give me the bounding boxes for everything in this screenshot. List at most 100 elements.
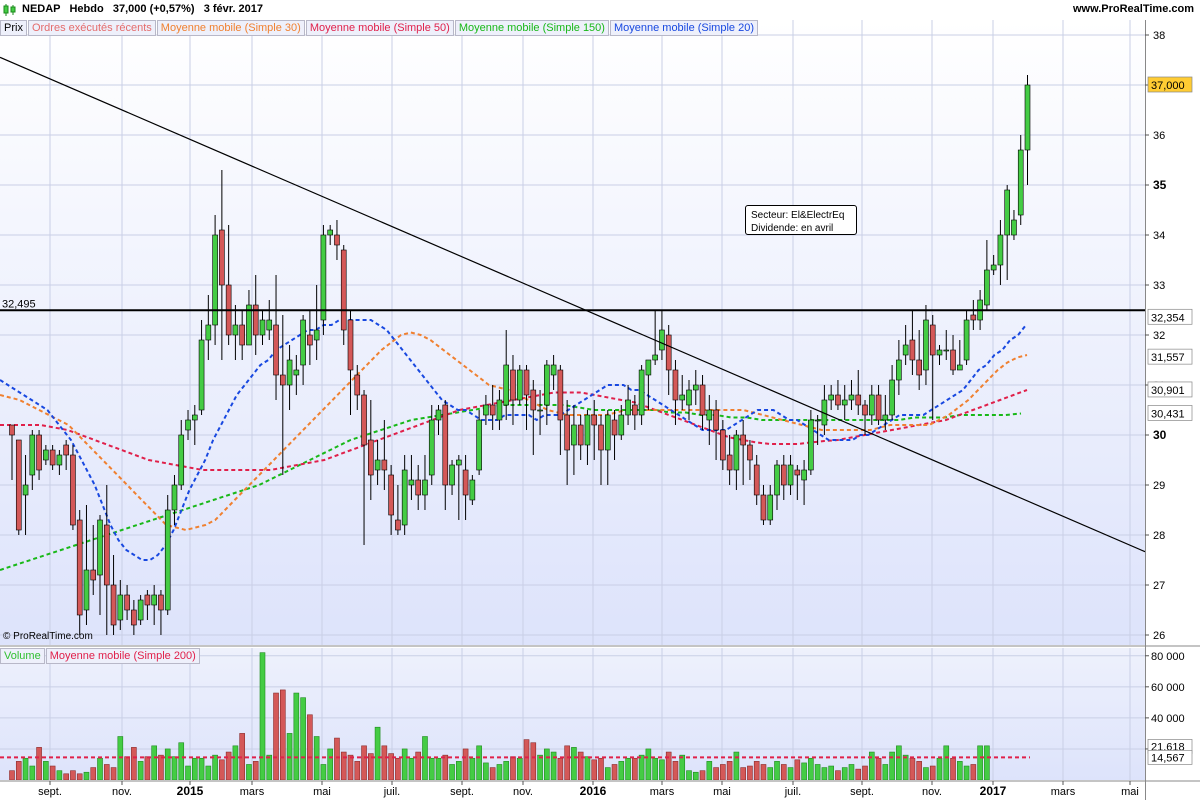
candle-body [774,464,780,496]
candle-body [767,494,774,521]
volume-bar [266,754,273,780]
volume-bar [90,767,97,780]
candle-body [956,364,963,371]
candle-body [374,459,381,471]
volume-bar [36,747,42,780]
volume-bar [164,748,171,780]
volume-bar [571,747,577,780]
volume-bar [889,751,895,780]
volume-bar [293,692,300,780]
candle-body [462,469,469,496]
candle-body [313,329,320,341]
volume-bar [970,764,977,780]
volume-bar [49,765,56,780]
time-axis-label: mars [1051,786,1076,798]
volume-bar [780,764,787,780]
legend-ma30[interactable]: Moyenne mobile (Simple 30) [156,20,305,36]
volume-bar [516,757,523,780]
time-axis-label: nov. [513,786,533,798]
volume-bar [131,747,137,780]
volume-bar [198,757,205,780]
volume-bar [401,748,408,780]
candle-body [564,414,570,451]
price-axis-label: 32 [1153,330,1165,342]
candle-body [347,319,354,371]
volume-axis-label: 60 000 [1151,682,1185,694]
volume-bar [956,761,963,780]
volume-bar [659,759,665,780]
volume-bar [720,764,726,780]
volume-bar [205,765,212,780]
candle-body [550,364,557,376]
volume-bar [564,745,570,780]
legend-prix[interactable]: Prix [0,20,27,36]
candle-body [171,484,178,511]
volume-bar [726,761,733,780]
legend-ma50[interactable]: Moyenne mobile (Simple 50) [305,20,454,36]
candle-body [659,329,665,351]
time-axis: sept. nov. 2015 mars mai juil. sept. nov. 2016 ma… [38,781,1139,798]
candle-body [368,439,374,476]
candle-body [198,339,205,411]
chart-canvas: 32,495 26272829303132333435363738 20 000… [0,20,1200,800]
candle-body [442,404,449,486]
candle-body [29,434,36,476]
volume-bar [63,773,69,780]
legend-volume-ma200[interactable]: Moyenne mobile (Simple 200) [45,648,200,664]
candle-body [902,344,909,356]
candle-body [828,394,834,401]
legend-orders[interactable]: Ordres exécutés récents [27,20,156,36]
volume-bar [672,761,679,780]
copyright: © ProRealTime.com [3,631,93,642]
candle-body [814,419,821,422]
volume-bar [686,770,692,780]
candle-body [361,394,367,446]
candle-body [503,364,510,406]
candle-body [76,519,83,616]
volume-bar [300,697,306,780]
volume-bar [760,764,767,780]
volume-bar [584,756,591,780]
candle-body [794,469,801,476]
volume-bar [740,767,746,780]
volume-bar [340,751,347,780]
candle-body [740,434,746,446]
candle-body [381,459,388,471]
candle-body [963,319,970,361]
volume-bar [753,761,760,780]
volume-bar [489,767,496,780]
price-axis-label: 38 [1153,30,1165,42]
volume-bar [902,754,909,780]
legend-ma20[interactable]: Moyenne mobile (Simple 20) [609,20,758,36]
legend-ma150[interactable]: Moyenne mobile (Simple 150) [454,20,609,36]
time-axis-label: mai [713,786,731,798]
legend-volume[interactable]: Volume [0,648,45,664]
volume-bar [950,757,956,780]
volume-bar [679,754,686,780]
candle-body [516,369,523,401]
volume-bar [598,757,604,780]
volume-bar [462,748,469,780]
symbol: NEDAP [22,3,61,15]
candle-body [990,264,997,271]
candle-body [158,594,164,611]
candle-body [584,414,591,446]
volume-bar [787,767,794,780]
price-axis-label: 29 [1153,480,1165,492]
volume-bar [625,757,631,780]
price-axis-label: 30 [1153,428,1167,442]
volume-bar [191,757,198,780]
candle-body [530,389,537,411]
volume-bar [632,757,638,780]
candle-body [950,349,956,371]
volume-legend: Volume Moyenne mobile (Simple 200) [0,648,201,664]
price-axis-label: 33 [1153,280,1165,292]
candle-body [645,359,652,376]
candle-body [63,444,69,456]
volume-bar [307,714,313,780]
candle-body [476,419,482,471]
candle-body [144,594,151,606]
volume-bar [456,761,462,780]
volume-bar [645,748,652,780]
time-axis-label: sept. [450,786,474,798]
